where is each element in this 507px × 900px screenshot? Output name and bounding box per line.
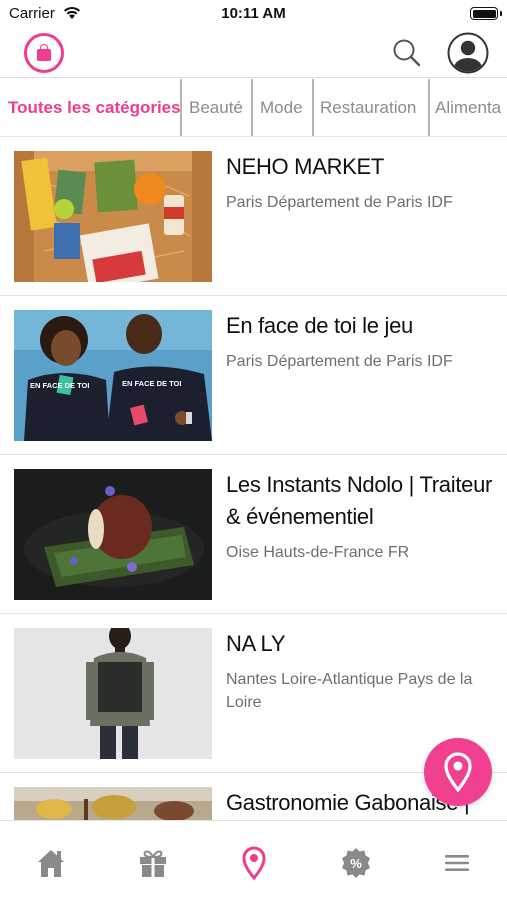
status-time: 10:11 AM: [221, 5, 286, 22]
user-avatar-icon: [447, 32, 489, 74]
nav-map[interactable]: [234, 843, 274, 883]
svg-text:%: %: [350, 856, 362, 871]
listing-location: Paris Département de Paris IDF: [226, 194, 453, 211]
tab-divider: [428, 79, 430, 136]
tab-mode[interactable]: Mode: [260, 79, 303, 136]
status-bar: Carrier 10:11 AM: [0, 0, 507, 30]
search-button[interactable]: [390, 36, 424, 70]
map-pin-icon: [444, 752, 472, 792]
map-view-button[interactable]: [424, 738, 492, 806]
shopping-bag-logo-icon: [37, 43, 51, 61]
shirt-print-text: EN FACE DE TOI: [30, 381, 89, 390]
listing-title: NEHO MARKET: [226, 154, 385, 179]
fashion-model-photo: [14, 628, 212, 759]
search-icon: [393, 39, 421, 67]
list-item[interactable]: Les Instants Ndolo | Traiteur & événemen…: [0, 455, 507, 614]
gift-box-products-photo: [14, 151, 212, 282]
nav-gifts[interactable]: [133, 843, 173, 883]
discount-badge-icon: %: [342, 848, 370, 878]
list-item[interactable]: NEHO MARKET Paris Département de Paris I…: [0, 137, 507, 296]
business-list: NEHO MARKET Paris Département de Paris I…: [0, 137, 507, 820]
couple-holding-cards-photo: EN FACE DE TOI EN FACE DE TOI: [14, 310, 212, 441]
profile-button[interactable]: [447, 32, 489, 74]
app-logo[interactable]: [24, 33, 64, 73]
market-food-photo: [14, 787, 212, 820]
gift-icon: [140, 850, 166, 877]
listing-location: Oise Hauts-de-France FR: [226, 544, 410, 561]
plated-dish-photo: [14, 469, 212, 600]
nav-offers[interactable]: %: [336, 843, 376, 883]
list-item[interactable]: EN FACE DE TOI EN FACE DE TOI En face de…: [0, 296, 507, 455]
tab-all-categories[interactable]: Toutes les catégories: [8, 79, 181, 136]
menu-icon: [445, 855, 469, 871]
tab-beaute[interactable]: Beauté: [189, 79, 243, 136]
listing-location: Nantes Loire-Atlantique Pays de la Loire: [226, 671, 473, 711]
shirt-print-text: EN FACE DE TOI: [122, 379, 181, 388]
listing-title: Les Instants Ndolo | Traiteur & événemen…: [226, 472, 493, 529]
tab-restauration[interactable]: Restauration: [320, 79, 416, 136]
battery-icon: [470, 7, 502, 20]
nav-home[interactable]: [31, 843, 71, 883]
tab-divider: [312, 79, 314, 136]
home-icon: [38, 850, 64, 877]
listing-title: En face de toi le jeu: [226, 313, 413, 338]
nav-menu[interactable]: [437, 843, 477, 883]
top-bar: [0, 30, 507, 78]
tab-divider: [251, 79, 253, 136]
listing-title: NA LY: [226, 631, 286, 656]
list-item[interactable]: NA LY Nantes Loire-Atlantique Pays de la…: [0, 614, 507, 773]
tab-alimentation[interactable]: Alimenta: [435, 79, 501, 136]
bottom-navigation: %: [0, 820, 507, 900]
map-pin-icon: [242, 846, 266, 880]
tab-divider: [180, 79, 182, 136]
listing-location: Paris Département de Paris IDF: [226, 353, 453, 370]
category-tabs: Toutes les catégories Beauté Mode Restau…: [0, 79, 507, 137]
